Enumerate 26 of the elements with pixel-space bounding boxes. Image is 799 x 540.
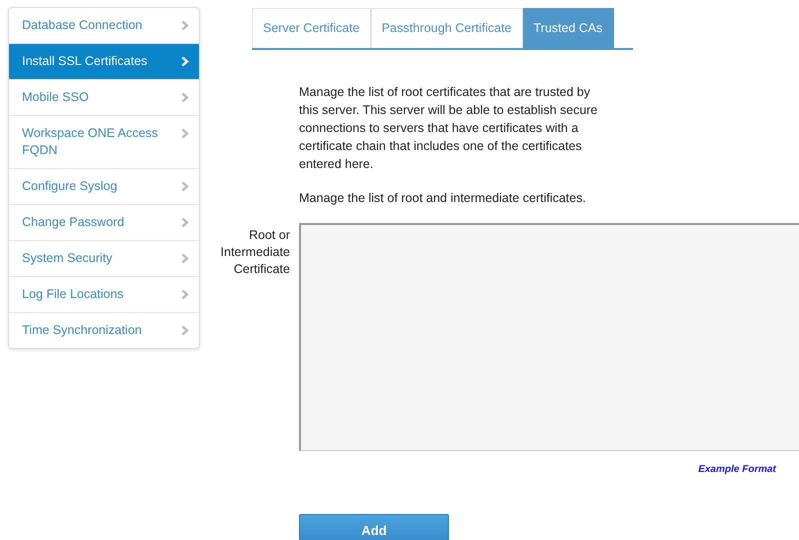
chevron-right-icon	[181, 289, 189, 300]
sidebar-item[interactable]: Time Synchronization	[9, 313, 199, 348]
chevron-right-icon	[181, 253, 189, 264]
sidebar-item[interactable]: System Security	[9, 241, 199, 277]
chevron-right-icon	[181, 217, 189, 228]
sidebar-item[interactable]: Mobile SSO	[9, 80, 199, 116]
chevron-right-icon	[181, 56, 189, 67]
sidebar-item[interactable]: Change Password	[9, 205, 199, 241]
tab[interactable]: Passthrough Certificate	[370, 8, 522, 48]
sidebar-item[interactable]: Log File Locations	[9, 277, 199, 313]
chevron-right-icon	[181, 181, 189, 192]
chevron-right-icon	[181, 128, 189, 139]
chevron-right-icon	[181, 20, 189, 31]
chevron-right-icon	[181, 325, 189, 336]
add-button[interactable]: Add	[299, 514, 449, 540]
tab[interactable]: Server Certificate	[252, 8, 371, 48]
certificate-field[interactable]	[299, 222, 799, 451]
chevron-right-icon	[181, 92, 189, 103]
description-text: Manage the list of root and intermediate certificates.	[299, 190, 587, 207]
example-format-link[interactable]: Example Format	[698, 464, 776, 475]
sidebar-item[interactable]: Workspace ONE Access FQDN	[9, 116, 199, 169]
description-text: Manage the list of root certificates that are trusted by this server. This server will be able to establish secure connections to servers that have certificates with a certificate chain that includes one of the certificates entered here.	[299, 84, 599, 173]
sidebar-item[interactable]: Install SSL Certificates	[9, 44, 199, 80]
field-label: Root or Intermediate Certificate	[220, 226, 290, 278]
sidebar-item[interactable]: Configure Syslog	[9, 169, 199, 205]
tab[interactable]: Trusted CAs	[522, 8, 614, 48]
